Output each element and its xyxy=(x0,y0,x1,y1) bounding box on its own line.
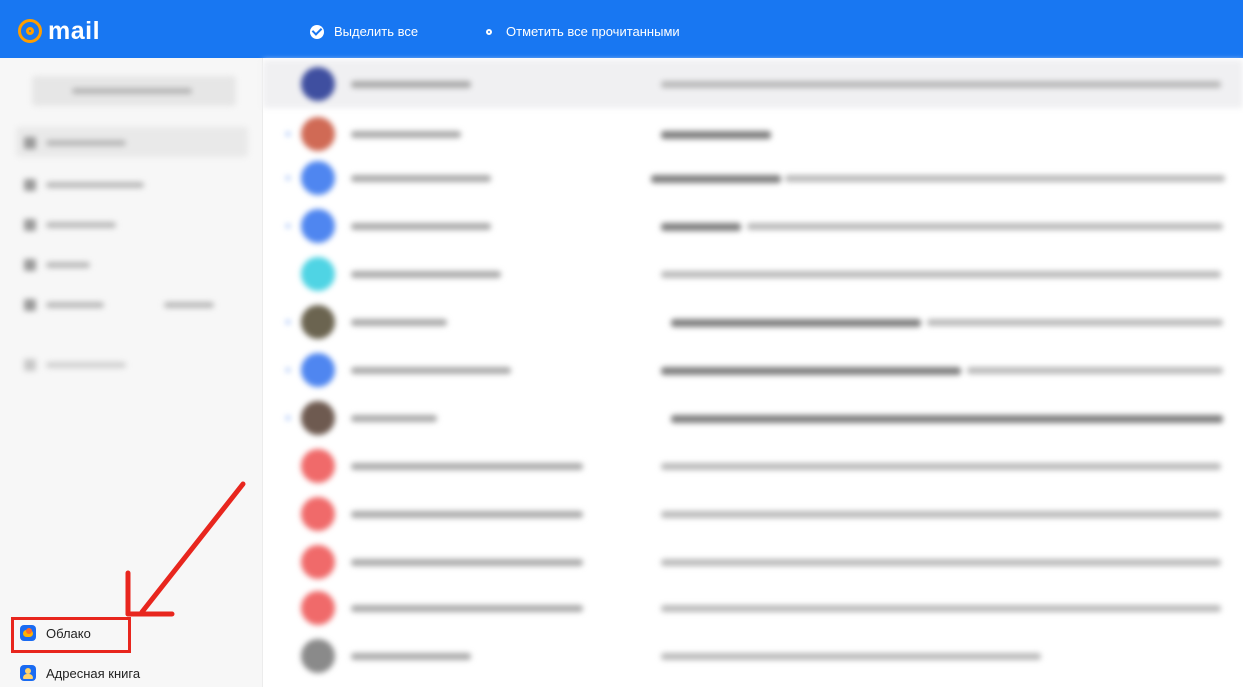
avatar xyxy=(301,591,335,625)
avatar xyxy=(301,353,335,387)
avatar xyxy=(301,401,335,435)
folder-item[interactable] xyxy=(24,178,144,192)
avatar xyxy=(301,305,335,339)
unread-indicator xyxy=(286,224,290,228)
message-subject xyxy=(671,415,1223,423)
list-item[interactable] xyxy=(263,298,1243,346)
sender-name xyxy=(351,175,491,182)
avatar xyxy=(301,257,335,291)
avatar xyxy=(301,209,335,243)
message-subject xyxy=(661,511,1221,518)
unread-indicator xyxy=(286,320,290,324)
message-subject xyxy=(661,271,1221,278)
list-item[interactable] xyxy=(263,538,1243,586)
list-item[interactable] xyxy=(263,394,1243,442)
message-subject xyxy=(661,81,1221,88)
avatar xyxy=(301,161,335,195)
sidebar-item-label: Адресная книга xyxy=(46,665,141,681)
avatar xyxy=(301,449,335,483)
folder-item[interactable] xyxy=(24,258,90,272)
checkmark-icon xyxy=(310,24,324,39)
message-subject xyxy=(661,605,1221,612)
compose-button[interactable] xyxy=(32,76,236,106)
list-item[interactable] xyxy=(263,346,1243,394)
avatar xyxy=(301,545,335,579)
logo-text: mail xyxy=(48,16,101,45)
message-subject xyxy=(661,367,961,375)
highlight-box xyxy=(11,617,131,653)
sidebar: Облако Адресная книга xyxy=(0,58,263,687)
address-book-icon xyxy=(20,665,36,681)
list-item[interactable] xyxy=(263,154,1243,202)
mail-logo[interactable]: mail xyxy=(18,16,100,46)
message-preview xyxy=(785,175,1225,182)
sender-name xyxy=(351,131,461,138)
folder-item[interactable] xyxy=(24,298,214,312)
folder-item[interactable] xyxy=(24,358,126,372)
select-all-label: Выделить все xyxy=(334,24,419,39)
top-toolbar: mail Выделить все Отметить все прочитанн… xyxy=(0,0,1243,58)
message-subject xyxy=(651,175,781,183)
list-item[interactable] xyxy=(263,110,1243,158)
unread-indicator xyxy=(286,368,290,372)
sender-name xyxy=(351,367,511,374)
unread-indicator xyxy=(286,416,290,420)
sidebar-item-address-book[interactable]: Адресная книга xyxy=(20,665,140,681)
avatar xyxy=(301,497,335,531)
unread-indicator xyxy=(286,132,290,136)
sender-name xyxy=(351,415,437,422)
message-preview xyxy=(927,319,1223,326)
folder-item[interactable] xyxy=(24,218,116,232)
at-logo-icon xyxy=(18,19,42,43)
list-item[interactable] xyxy=(263,490,1243,538)
message-subject xyxy=(661,223,741,231)
sender-name xyxy=(351,511,583,518)
message-subject xyxy=(661,653,1041,660)
avatar xyxy=(301,639,335,673)
list-item[interactable] xyxy=(263,60,1243,108)
dot-icon xyxy=(486,28,492,35)
mark-all-read-button[interactable]: Отметить все прочитанными xyxy=(486,24,680,39)
message-subject xyxy=(661,131,771,139)
message-list xyxy=(263,58,1243,687)
sender-name xyxy=(351,653,471,660)
avatar xyxy=(301,67,335,101)
avatar xyxy=(301,117,335,151)
sender-name xyxy=(351,319,447,326)
list-item[interactable] xyxy=(263,632,1243,680)
sender-name xyxy=(351,271,501,278)
mark-all-read-label: Отметить все прочитанными xyxy=(506,24,680,39)
folder-item[interactable] xyxy=(24,136,126,150)
message-subject xyxy=(661,463,1221,470)
list-item[interactable] xyxy=(263,250,1243,298)
unread-indicator xyxy=(286,176,290,180)
message-preview xyxy=(747,223,1223,230)
sender-name xyxy=(351,223,491,230)
message-preview xyxy=(967,367,1223,374)
message-subject xyxy=(671,319,921,327)
sender-name xyxy=(351,559,583,566)
list-item[interactable] xyxy=(263,584,1243,632)
message-subject xyxy=(661,559,1221,566)
sender-name xyxy=(351,463,583,470)
select-all-button[interactable]: Выделить все xyxy=(310,24,418,39)
list-item[interactable] xyxy=(263,442,1243,490)
sender-name xyxy=(351,81,471,88)
sender-name xyxy=(351,605,583,612)
list-item[interactable] xyxy=(263,202,1243,250)
